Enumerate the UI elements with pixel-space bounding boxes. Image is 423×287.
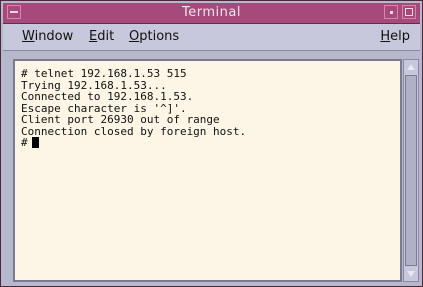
window-title: Terminal [182, 5, 241, 20]
scroll-down-arrow-icon[interactable] [405, 268, 417, 280]
menu-help-label: elp [390, 29, 410, 44]
terminal-line: Connection closed by foreign host. [21, 124, 247, 138]
menu-window-label: indow [34, 29, 74, 44]
menu-options-mnemonic: O [129, 29, 140, 44]
menu-options-label: ptions [139, 29, 180, 44]
menu-window-mnemonic: W [22, 29, 35, 44]
menu-help-mnemonic: H [380, 29, 391, 44]
menu-bar: Window Edit Options Help [3, 24, 420, 51]
menu-edit-mnemonic: E [89, 29, 98, 44]
menu-help[interactable]: Help [380, 28, 410, 46]
vertical-scrollbar[interactable] [403, 59, 419, 282]
terminal-prompt-line: # [21, 137, 394, 149]
menu-edit-label: dit [97, 29, 115, 44]
menu-options[interactable]: Options [129, 28, 179, 46]
terminal-output-area[interactable]: # telnet 192.168.1.53 515 Trying 192.168.… [13, 59, 402, 282]
terminal-window: Terminal Window Edit Options Help # teln… [0, 0, 423, 287]
terminal-text: # telnet 192.168.1.53 515 Trying 192.168.… [21, 68, 394, 149]
terminal-line: Connected to 192.168.1.53. [21, 90, 194, 103]
scroll-up-arrow-icon[interactable] [405, 61, 417, 73]
text-cursor [31, 137, 39, 148]
menu-window[interactable]: Window [22, 28, 73, 46]
terminal-line: Client port 26930 out of range [21, 113, 220, 126]
minimize-icon[interactable] [384, 5, 398, 19]
scrollbar-thumb[interactable] [405, 75, 417, 266]
maximize-icon[interactable] [402, 5, 416, 19]
terminal-prompt: # [21, 136, 28, 149]
terminal-line: # telnet 192.168.1.53 515 [21, 67, 187, 80]
title-bar[interactable]: Terminal [3, 3, 420, 24]
menu-edit[interactable]: Edit [89, 28, 114, 46]
